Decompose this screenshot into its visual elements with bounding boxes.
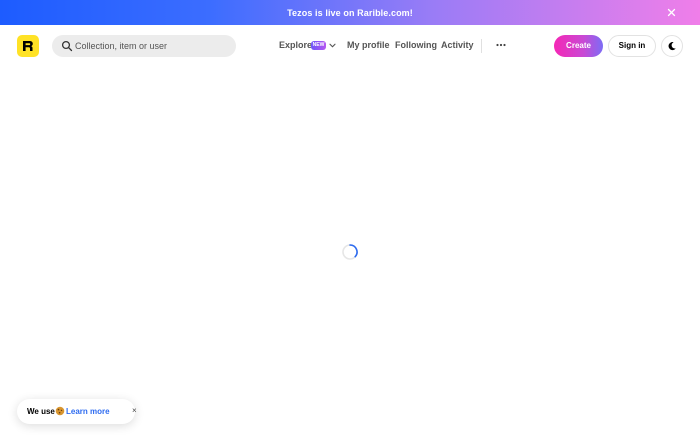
top-header: Explore NEW My profile Following Activit…: [0, 25, 700, 67]
search-bar[interactable]: [52, 35, 236, 57]
search-icon: [61, 40, 73, 52]
close-icon[interactable]: [665, 6, 678, 19]
create-button[interactable]: Create: [554, 35, 603, 57]
nav-explore[interactable]: Explore: [279, 40, 312, 50]
cookie-text: We use: [27, 407, 55, 416]
nav-activity[interactable]: Activity: [441, 40, 474, 50]
cookie-close-button[interactable]: ×: [132, 406, 137, 415]
more-icon[interactable]: [494, 38, 508, 52]
nav-my-profile[interactable]: My profile: [347, 40, 390, 50]
theme-toggle-button[interactable]: [661, 35, 683, 57]
announcement-banner[interactable]: Tezos is live on Rarible.com!: [0, 0, 700, 25]
cookie-icon: [55, 406, 65, 416]
new-badge: NEW: [311, 41, 326, 50]
logo-icon: [23, 41, 33, 51]
nav-following[interactable]: Following: [395, 40, 437, 50]
banner-text: Tezos is live on Rarible.com!: [287, 7, 413, 18]
sign-in-button[interactable]: Sign in: [608, 35, 656, 57]
rarible-logo[interactable]: [17, 35, 39, 57]
chevron-down-icon[interactable]: [329, 42, 336, 49]
close-icon-svg: [667, 8, 676, 17]
nav-divider: [481, 39, 482, 53]
cookie-banner: We use Learn more ×: [17, 399, 137, 424]
search-input[interactable]: [75, 35, 225, 57]
moon-icon: [668, 42, 676, 51]
learn-more-link[interactable]: Learn more: [66, 407, 110, 416]
loading-spinner-icon: [342, 244, 358, 260]
